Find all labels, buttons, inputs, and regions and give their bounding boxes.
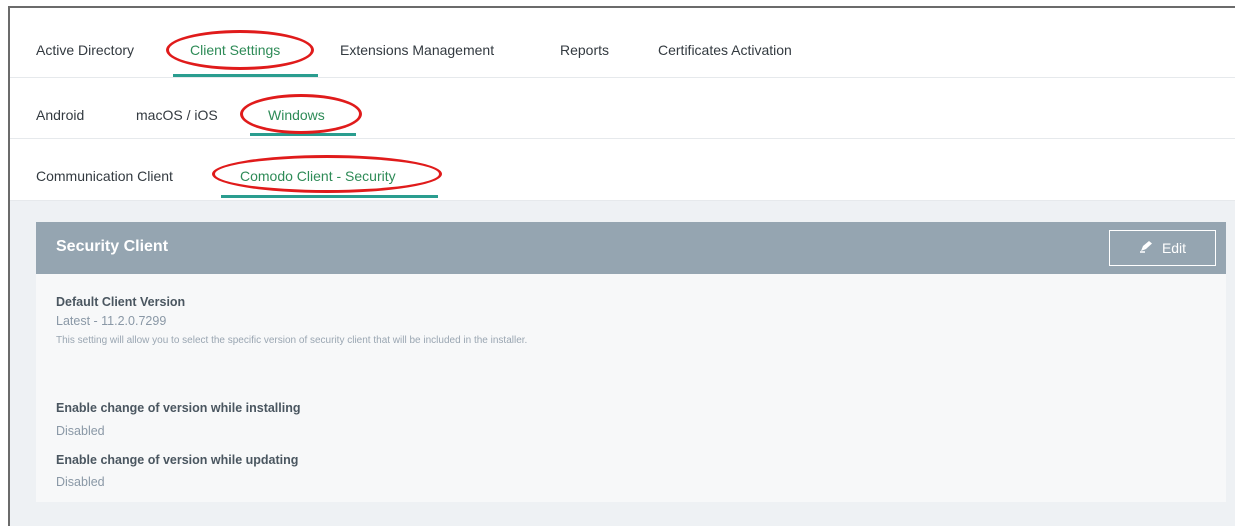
default-client-version-label: Default Client Version (56, 295, 186, 309)
tab-client-settings[interactable]: Client Settings (190, 42, 280, 58)
change-version-updating-value: Disabled (56, 475, 105, 489)
tab-windows[interactable]: Windows (268, 107, 325, 123)
tab-extensions-management[interactable]: Extensions Management (340, 42, 494, 58)
tab-reports[interactable]: Reports (560, 42, 609, 58)
default-client-version-value: Latest - 11.2.0.7299 (56, 314, 167, 328)
tab-android[interactable]: Android (36, 107, 84, 123)
card-header: Security Client Edit (36, 222, 1226, 274)
tab-windows-underline (250, 133, 356, 136)
content-area: Security Client Edit Default Client Vers… (10, 201, 1235, 526)
default-client-version-description: This setting will allow you to select th… (56, 335, 528, 346)
tab-comodo-client-security-underline (221, 195, 438, 198)
pencil-edit-icon (1139, 240, 1154, 256)
security-client-card: Security Client Edit Default Client Vers… (36, 222, 1226, 502)
tab-communication-client[interactable]: Communication Client (36, 168, 173, 184)
change-version-installing-value: Disabled (56, 424, 105, 438)
card-title: Security Client (56, 238, 169, 255)
edit-button-label: Edit (1161, 240, 1187, 256)
tab-active-directory[interactable]: Active Directory (36, 42, 134, 58)
tab-macos-ios[interactable]: macOS / iOS (136, 107, 218, 123)
change-version-installing-label: Enable change of version while installin… (56, 401, 301, 415)
os-tab-bar: Android macOS / iOS Windows (10, 78, 1235, 139)
client-tab-bar: Communication Client Comodo Client - Sec… (10, 139, 1235, 201)
tab-client-settings-underline (173, 74, 318, 77)
tab-certificates-activation[interactable]: Certificates Activation (658, 42, 792, 58)
change-version-updating-label: Enable change of version while updating (56, 453, 299, 467)
edit-button[interactable]: Edit (1109, 230, 1216, 266)
tab-comodo-client-security[interactable]: Comodo Client - Security (240, 168, 396, 184)
settings-frame: Active Directory Client Settings Extensi… (8, 6, 1235, 526)
primary-tab-bar: Active Directory Client Settings Extensi… (10, 8, 1235, 78)
